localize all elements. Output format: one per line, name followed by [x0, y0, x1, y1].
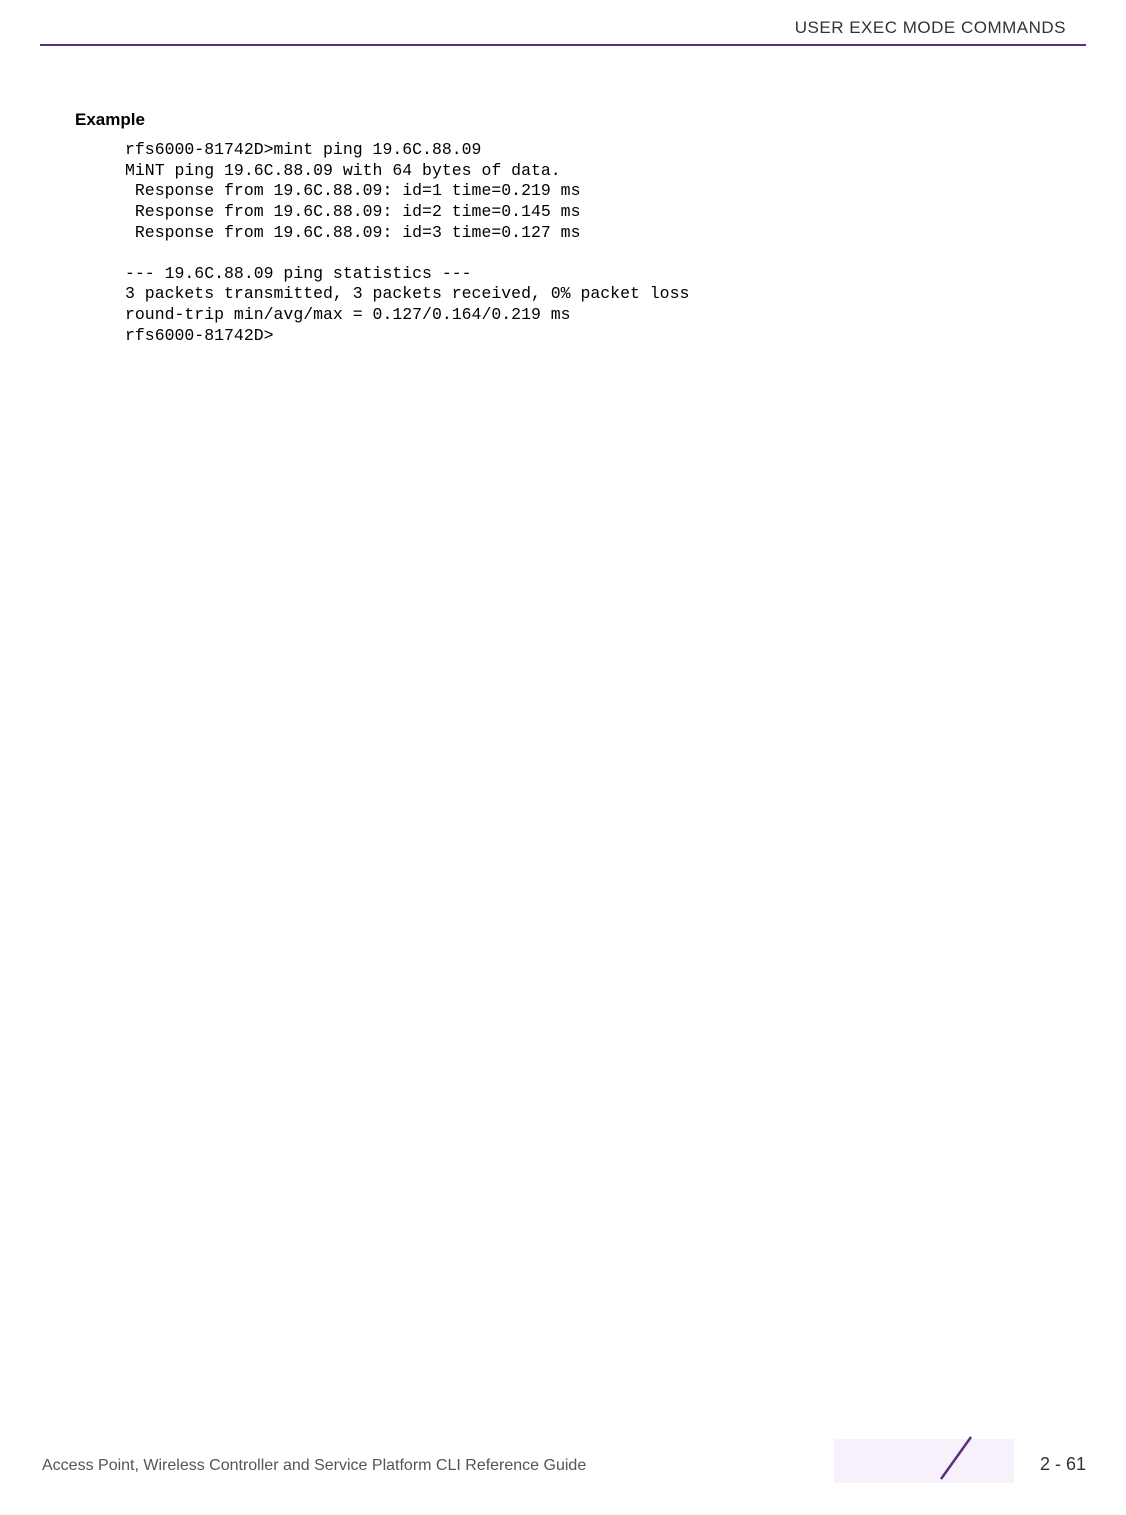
code-block: rfs6000-81742D>mint ping 19.6C.88.09 MiN… [125, 140, 1066, 346]
page-number: 2 - 61 [1040, 1454, 1086, 1475]
page-footer: Access Point, Wireless Controller and Se… [42, 1433, 1086, 1483]
footer-doc-title: Access Point, Wireless Controller and Se… [42, 1457, 586, 1475]
page-content: Example rfs6000-81742D>mint ping 19.6C.8… [75, 110, 1066, 346]
page-header: USER EXEC MODE COMMANDS [795, 18, 1066, 38]
footer-accent-box [834, 1439, 1014, 1483]
section-heading: Example [75, 110, 1066, 130]
header-divider [40, 44, 1086, 46]
footer-slash-icon [931, 1433, 981, 1483]
